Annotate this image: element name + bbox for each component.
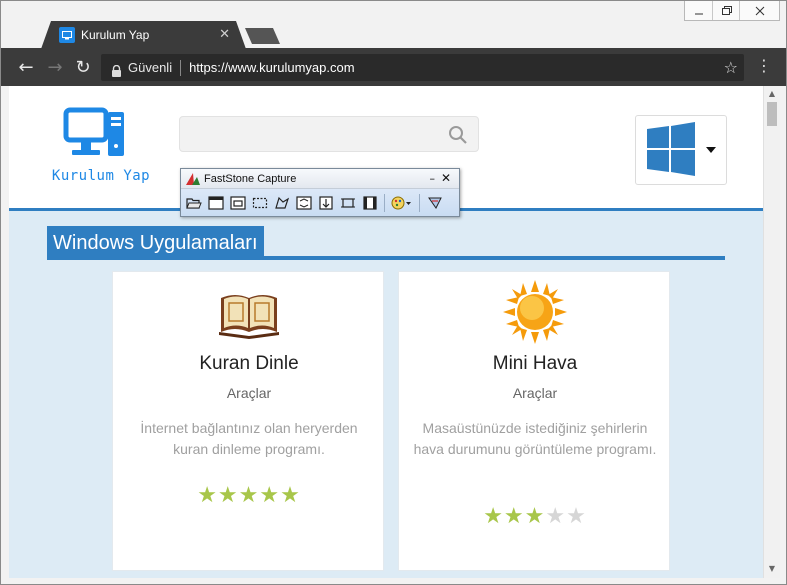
page-viewport: Kurulum Yap Windows Uygulamaları Kuran D… bbox=[9, 86, 763, 578]
back-button[interactable]: ← bbox=[15, 56, 37, 78]
lock-icon bbox=[111, 62, 122, 77]
vertical-scrollbar[interactable]: ▲ ▼ bbox=[763, 86, 780, 578]
window-controls bbox=[684, 1, 780, 21]
faststone-capture-toolbar[interactable]: FastStone Capture – ✕ bbox=[180, 168, 460, 217]
settings-icon[interactable] bbox=[425, 194, 444, 212]
right-gutter bbox=[780, 86, 786, 578]
quran-book-icon bbox=[219, 295, 279, 339]
card-category[interactable]: Araçlar bbox=[113, 385, 385, 401]
output-options-icon[interactable] bbox=[390, 194, 414, 212]
faststone-logo-icon bbox=[186, 172, 200, 185]
title-bar: Kurulum Yap ✕ bbox=[1, 1, 786, 49]
favicon-icon bbox=[59, 27, 75, 43]
capture-freehand-icon[interactable] bbox=[272, 194, 291, 212]
browser-toolbar: ← → ↻ Güvenli https://www.kurulumyap.com… bbox=[1, 48, 786, 86]
capture-object-icon[interactable] bbox=[228, 194, 247, 212]
capture-rectangle-icon[interactable] bbox=[250, 194, 269, 212]
search-input[interactable] bbox=[179, 116, 479, 152]
app-card-kuran-dinle[interactable]: Kuran Dinle Araçlar İnternet bağlantınız… bbox=[112, 271, 384, 571]
logo-text: Kurulum Yap bbox=[51, 168, 151, 184]
address-bar[interactable]: Güvenli https://www.kurulumyap.com ☆ bbox=[101, 54, 744, 81]
capture-fullscreen-icon[interactable] bbox=[294, 194, 313, 212]
open-file-icon[interactable] bbox=[184, 194, 203, 212]
scroll-thumb[interactable] bbox=[767, 102, 777, 126]
tab-close-icon[interactable]: ✕ bbox=[219, 27, 230, 42]
reload-button[interactable]: ↻ bbox=[72, 56, 94, 78]
search-icon[interactable] bbox=[448, 125, 468, 145]
windows-logo-icon bbox=[647, 122, 716, 176]
menu-icon[interactable]: ⋮ bbox=[756, 58, 772, 74]
toolbar-separator bbox=[419, 193, 420, 212]
rating-stars-empty: ★★ bbox=[545, 504, 587, 529]
screen-recorder-icon[interactable] bbox=[360, 194, 379, 212]
forward-button[interactable]: → bbox=[44, 56, 66, 78]
faststone-title: FastStone Capture bbox=[204, 172, 297, 185]
sun-icon bbox=[503, 280, 567, 344]
browser-window: Kurulum Yap ✕ ← → ↻ Güvenli https://www.… bbox=[0, 0, 787, 585]
card-title[interactable]: Kuran Dinle bbox=[113, 353, 385, 375]
star-rating: ★★★★★ bbox=[399, 504, 671, 529]
chevron-down-icon bbox=[706, 147, 716, 153]
minimize-button[interactable] bbox=[685, 1, 712, 20]
address-divider bbox=[180, 59, 182, 76]
bookmark-star-icon[interactable]: ☆ bbox=[724, 58, 738, 77]
secure-label: Güvenli bbox=[128, 60, 173, 75]
card-description: Masaüstünüzde istediğiniz şehirlerin hav… bbox=[413, 420, 657, 457]
tab-kurulum-yap[interactable]: Kurulum Yap ✕ bbox=[41, 21, 246, 49]
toolbar-separator bbox=[384, 193, 385, 212]
capture-window-icon[interactable] bbox=[206, 194, 225, 212]
card-title[interactable]: Mini Hava bbox=[399, 353, 671, 375]
rating-stars-filled: ★★★ bbox=[483, 504, 546, 529]
main-content: Windows Uygulamaları Kuran Dinle Araçlar… bbox=[9, 211, 763, 578]
section-title: Windows Uygulamaları bbox=[47, 226, 264, 260]
tab-title: Kurulum Yap bbox=[81, 28, 150, 42]
scroll-down-icon[interactable]: ▼ bbox=[767, 564, 777, 574]
section-underline bbox=[47, 256, 725, 260]
star-rating: ★★★★★ bbox=[113, 483, 385, 508]
url-text[interactable]: https://www.kurulumyap.com bbox=[189, 60, 354, 75]
site-logo[interactable]: Kurulum Yap bbox=[46, 106, 156, 186]
card-description: İnternet bağlantınız olan heryerden kura… bbox=[140, 420, 358, 457]
faststone-titlebar[interactable]: FastStone Capture – ✕ bbox=[181, 169, 459, 189]
rating-stars-filled: ★★★★★ bbox=[197, 483, 301, 508]
close-button[interactable] bbox=[739, 1, 779, 20]
scroll-up-icon[interactable]: ▲ bbox=[767, 89, 777, 99]
left-gutter bbox=[1, 86, 9, 578]
os-selector-dropdown[interactable] bbox=[635, 115, 727, 185]
card-category[interactable]: Araçlar bbox=[399, 385, 671, 401]
faststone-minimize-button[interactable]: – bbox=[430, 172, 436, 185]
new-tab-button[interactable] bbox=[245, 28, 280, 44]
faststone-tools bbox=[181, 189, 459, 216]
restore-button[interactable] bbox=[712, 1, 739, 20]
capture-scrolling-icon[interactable] bbox=[316, 194, 335, 212]
capture-fixed-region-icon[interactable] bbox=[338, 194, 357, 212]
computer-logo-icon bbox=[63, 107, 124, 156]
faststone-close-button[interactable]: ✕ bbox=[441, 171, 451, 185]
app-card-mini-hava[interactable]: Mini Hava Araçlar Masaüstünüzde istediği… bbox=[398, 271, 670, 571]
